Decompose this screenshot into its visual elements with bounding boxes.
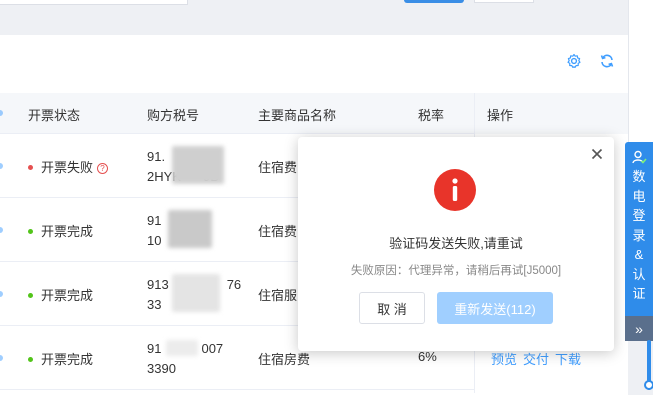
status-cell: 开票完成 xyxy=(28,349,93,368)
status-text: 开票失败 xyxy=(41,160,94,175)
side-label-char: 录 xyxy=(632,227,646,243)
error-dialog: 验证码发送失败,请重试 失败原因：代理异常，请稍后再试[J5000] 取 消 重… xyxy=(298,137,614,351)
help-icon[interactable]: ? xyxy=(97,163,109,175)
header-tax-rate: 税率 xyxy=(418,108,445,123)
tax-no-line2: 3390 xyxy=(147,361,176,376)
redaction-mask xyxy=(168,210,212,248)
side-label-char: & xyxy=(634,247,644,262)
query-button[interactable] xyxy=(404,0,464,3)
tax-no-line2: 10 xyxy=(147,233,162,248)
redaction-mask xyxy=(172,146,224,184)
tax-no-line1: 913 xyxy=(147,277,169,292)
side-label-char: 登 xyxy=(632,208,646,223)
row-actions: 预览 交付 下载 xyxy=(491,349,581,368)
search-input[interactable] xyxy=(0,0,188,5)
goods-name-cell: 住宿费 xyxy=(258,160,298,175)
row-marker xyxy=(0,227,3,233)
preview-link[interactable]: 预览 xyxy=(491,349,517,368)
side-label-char: 数 xyxy=(632,169,646,184)
reset-button[interactable] xyxy=(474,0,534,3)
side-panel-label: 数 电 登 录 & 认 证 xyxy=(625,167,653,304)
header-goods-name: 主要商品名称 xyxy=(258,108,337,123)
row-marker xyxy=(0,291,3,297)
status-cell: 开票完成 xyxy=(28,285,93,304)
tax-no-line1: 91 xyxy=(147,341,162,356)
side-label-char: 证 xyxy=(632,286,646,301)
redaction-mask xyxy=(172,274,220,312)
redaction-mask xyxy=(166,340,198,356)
status-cell: 开票完成 xyxy=(28,221,93,240)
status-text: 开票完成 xyxy=(41,224,94,239)
status-dot xyxy=(28,229,33,235)
status-text: 开票完成 xyxy=(41,288,94,303)
refresh-icon[interactable] xyxy=(598,52,616,70)
right-scroll-strip xyxy=(628,0,653,142)
header-actions-cell: 操作 xyxy=(474,93,628,134)
drag-handle[interactable] xyxy=(644,380,653,390)
cancel-button[interactable]: 取 消 xyxy=(359,292,425,324)
table-header: 开票状态 购方税号 主要商品名称 税率 操作 xyxy=(0,93,628,134)
exclamation-icon xyxy=(434,169,476,211)
header-status: 开票状态 xyxy=(28,108,81,123)
status-dot xyxy=(28,165,33,171)
tax-no-line1: 91 xyxy=(147,213,162,228)
gear-icon[interactable] xyxy=(565,52,583,70)
resend-button[interactable]: 重新发送(112) xyxy=(437,292,553,324)
header-actions: 操作 xyxy=(487,108,514,123)
user-check-icon xyxy=(632,150,647,165)
row-marker xyxy=(0,163,3,169)
tax-no-line1-tail: 76 xyxy=(226,277,242,292)
tax-rate-cell: 6% xyxy=(418,349,437,364)
status-text: 开票完成 xyxy=(41,352,94,367)
table-toolbar xyxy=(565,52,616,70)
top-filter-bar xyxy=(0,0,628,10)
error-reason: 失败原因：代理异常，请稍后再试[J5000] xyxy=(350,265,562,277)
row-marker xyxy=(0,110,3,116)
goods-name-cell: 住宿费 xyxy=(258,224,298,239)
status-cell: 开票失败? xyxy=(28,157,109,176)
side-label-char: 电 xyxy=(632,188,646,204)
buyer-tax-no-cell: 91 10 xyxy=(147,211,161,251)
digital-login-auth-panel[interactable]: 数 电 登 录 & 认 证 xyxy=(625,142,653,341)
row-marker xyxy=(0,355,3,361)
error-message: 验证码发送失败,请重试 xyxy=(389,236,523,251)
goods-name-cell: 住宿服 xyxy=(258,288,298,303)
status-dot xyxy=(28,357,33,363)
download-link[interactable]: 下载 xyxy=(555,349,581,368)
close-icon[interactable] xyxy=(591,145,603,163)
goods-name-cell: 住宿房费 xyxy=(258,352,311,367)
status-dot xyxy=(28,293,33,299)
collapse-button[interactable]: » xyxy=(625,316,653,341)
header-buyer-tax-no: 购方税号 xyxy=(147,108,200,123)
deliver-link[interactable]: 交付 xyxy=(523,349,549,368)
side-label-char: 认 xyxy=(632,266,646,282)
tax-no-line1-tail: 007 xyxy=(201,341,224,356)
